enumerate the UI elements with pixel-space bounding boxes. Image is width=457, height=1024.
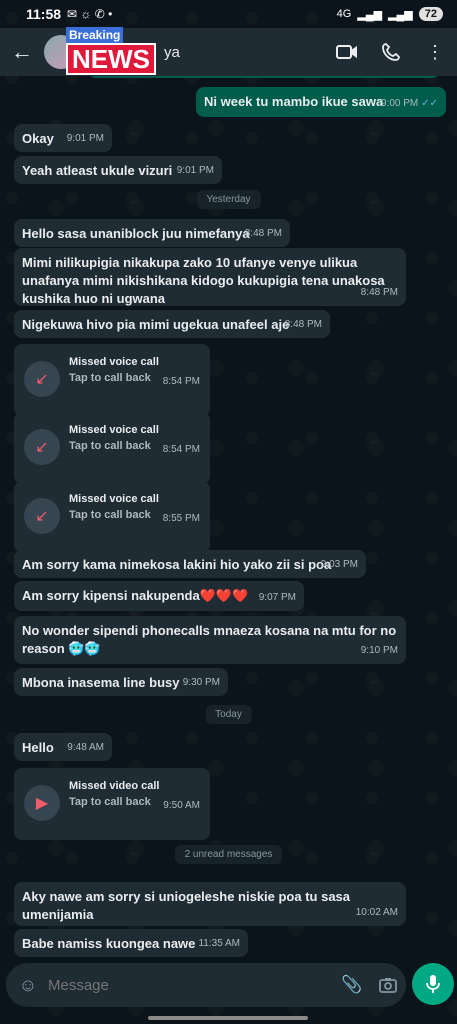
message-incoming[interactable]: Nigekuwa hivo pia mimi ugekua unafeel aj… <box>14 310 330 338</box>
missed-video-call-icon: ▶ <box>24 785 60 821</box>
message-incoming[interactable]: Mbona inasema line busy 9:30 PM <box>14 668 228 696</box>
message-input[interactable] <box>46 975 334 995</box>
missed-call-icon: ↙ <box>24 429 60 465</box>
date-divider: Today <box>205 705 252 724</box>
missed-call-icon: ↙ <box>24 361 60 397</box>
message-incoming[interactable]: Yeah atleast ukule vizuri 9:01 PM <box>14 156 222 184</box>
home-indicator[interactable] <box>148 1016 308 1020</box>
unread-divider: 2 unread messages <box>174 845 283 864</box>
status-bar: 11:58 ✉ ☼ ✆ • 4G ▂▄▆ ▂▄▆ 72 <box>0 0 457 28</box>
message-incoming[interactable]: Babe namiss kuongea nawe 11:35 AM <box>14 929 248 957</box>
mic-icon[interactable] <box>412 963 454 1005</box>
camera-icon[interactable] <box>370 977 406 993</box>
more-options-icon[interactable]: ⋮ <box>413 42 457 63</box>
missed-call-icon: ↙ <box>24 498 60 534</box>
missed-video-call-card[interactable]: ▶ Missed video call Tap to call back 9:5… <box>14 768 210 840</box>
message-incoming[interactable]: Am sorry kama nimekosa lakini hio yako z… <box>14 550 366 578</box>
voice-call-icon[interactable] <box>369 43 413 61</box>
sticker-icon[interactable]: ☺ <box>10 975 46 996</box>
network-label: 4G <box>336 8 352 20</box>
battery-indicator: 72 <box>418 7 443 21</box>
message-incoming[interactable]: Hello 9:48 AM <box>14 733 112 761</box>
message-incoming[interactable]: Mimi nilikupigia nikakupa zako 10 ufanye… <box>14 248 406 306</box>
message-incoming[interactable]: Am sorry kipensi nakupenda❤️❤️❤️ 9:07 PM <box>14 581 304 611</box>
message-incoming[interactable]: Okay 9:01 PM <box>14 124 112 152</box>
breaking-news-logo: Breaking NEWS <box>66 26 156 75</box>
signal-icon-2: ▂▄▆ <box>388 8 413 21</box>
message-input-bar: ☺ 📎 <box>6 963 406 1007</box>
status-time: 11:58 <box>26 6 62 22</box>
missed-call-card[interactable]: ↙ Missed voice call Tap to call back 8:5… <box>14 481 210 553</box>
notification-icons: ✉ ☼ ✆ • <box>67 7 113 21</box>
missed-call-card[interactable]: ↙ Missed voice call Tap to call back 8:5… <box>14 344 210 416</box>
signal-icon: ▂▄▆ <box>357 8 383 21</box>
message-incoming[interactable]: No wonder sipendi phonecalls mnaeza kosa… <box>14 616 406 664</box>
message-incoming[interactable]: Hello sasa unaniblock juu nimefanya 8:48 … <box>14 219 290 247</box>
message-incoming[interactable]: Aky nawe am sorry si uniogeleshe niskie … <box>14 882 406 926</box>
back-arrow-icon[interactable]: ← <box>2 39 42 65</box>
message-outgoing[interactable]: Ni week tu mambo ikue sawa 9:00 PM ✓✓ <box>196 87 446 117</box>
video-call-icon[interactable] <box>325 44 369 60</box>
read-ticks-icon: ✓✓ <box>421 98 438 109</box>
attach-icon[interactable]: 📎 <box>334 975 370 995</box>
date-divider: Yesterday <box>196 190 261 209</box>
missed-call-card[interactable]: ↙ Missed voice call Tap to call back 8:5… <box>14 412 210 484</box>
